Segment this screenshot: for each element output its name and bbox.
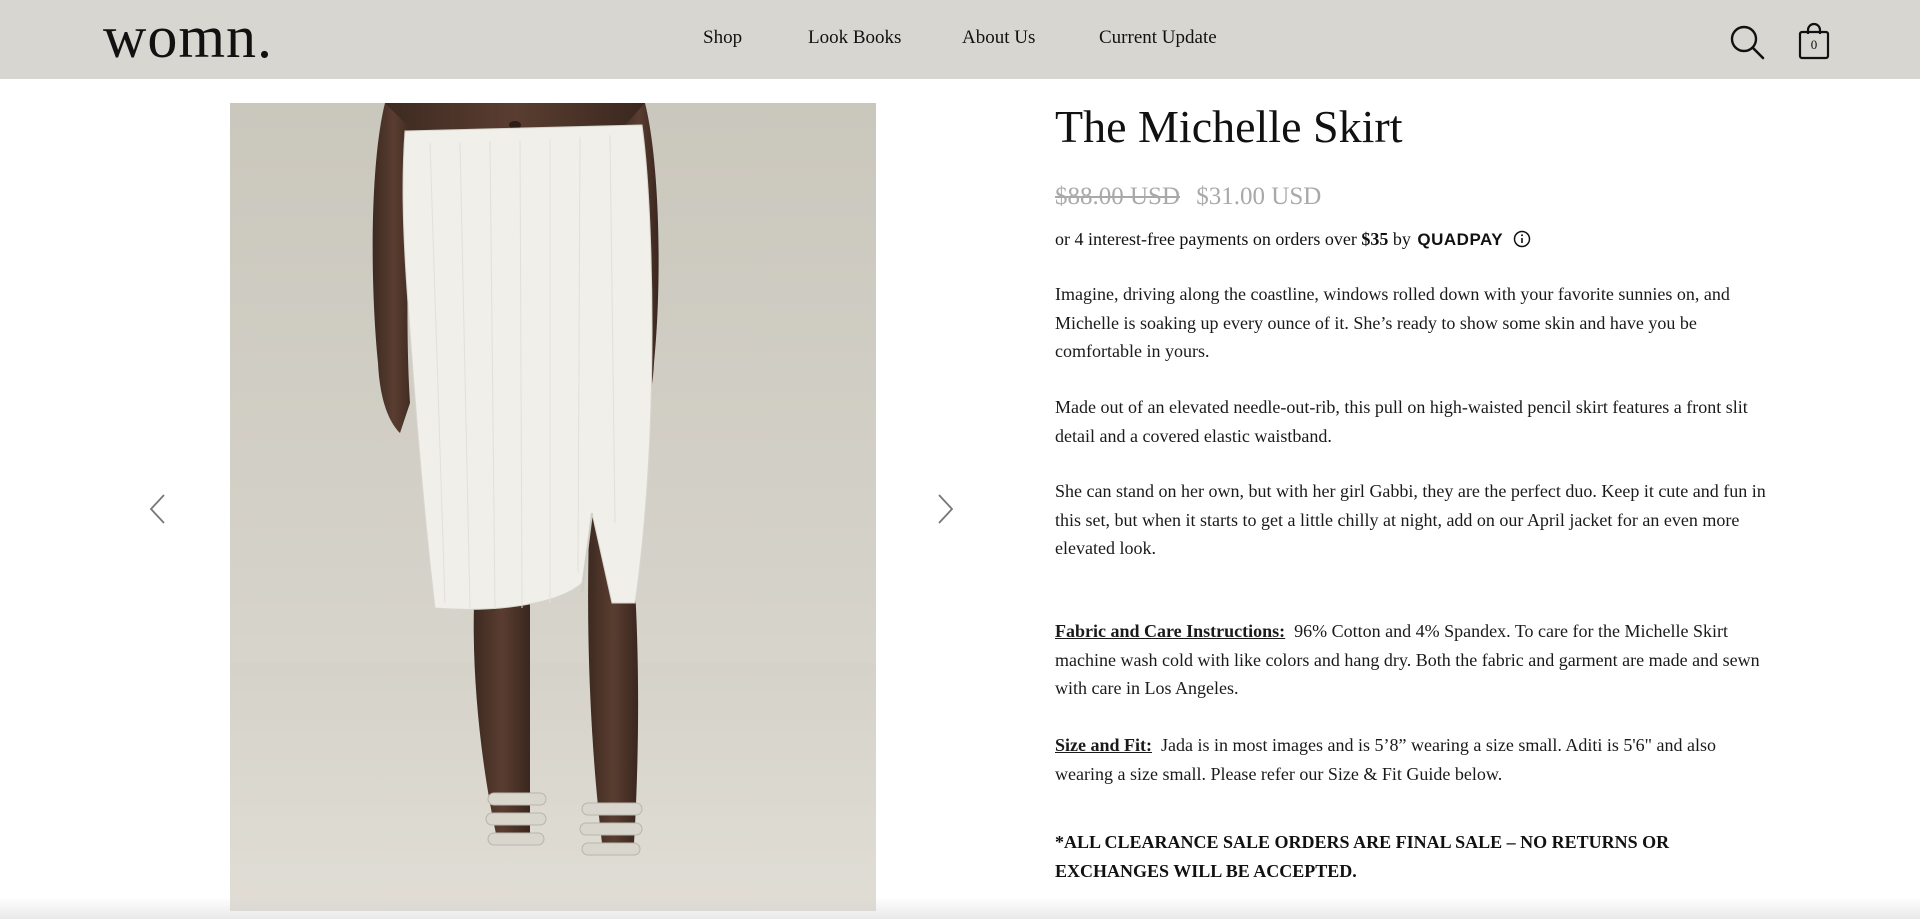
previous-image-chevron-left-icon[interactable] (148, 492, 168, 526)
installments-row: or 4 interest-free payments on orders ov… (1055, 229, 1531, 250)
product-image[interactable] (230, 103, 876, 911)
search-icon[interactable] (1729, 24, 1765, 60)
site-logo[interactable]: womn. (103, 2, 273, 72)
site-header: womn. Shop Look Books About Us Current U… (0, 0, 1920, 79)
original-price: $88.00 USD (1055, 183, 1181, 210)
description-paragraph: Imagine, driving along the coastline, wi… (1055, 284, 1730, 361)
description-paragraph: She can stand on her own, but with her g… (1055, 481, 1766, 558)
final-sale-notice: *ALL CLEARANCE SALE ORDERS ARE FINAL SAL… (1055, 832, 1670, 881)
fabric-care-label: Fabric and Care Instructions: (1055, 621, 1286, 641)
description-paragraph: Made out of an elevated needle-out-rib, … (1055, 397, 1748, 446)
nav-item-current-update[interactable]: Current Update (1099, 27, 1217, 49)
size-fit-text: Jada is in most images and is 5’8” weari… (1055, 735, 1716, 784)
sale-price: $31.00 USD (1196, 183, 1322, 210)
quadpay-logo: QUADPAY (1417, 230, 1504, 249)
cart-count: 0 (1810, 37, 1818, 52)
nav-item-look-books[interactable]: Look Books (808, 27, 901, 49)
nav-item-shop[interactable]: Shop (703, 27, 742, 49)
bottom-shadow (0, 897, 1920, 919)
nav-item-about-us[interactable]: About Us (962, 27, 1035, 49)
product-title: The Michelle Skirt (1055, 101, 1403, 152)
installments-amount: $35 (1361, 229, 1389, 249)
fabric-care-section: Fabric and Care Instructions: 96% Cotton… (1055, 617, 1775, 703)
info-icon[interactable] (1513, 230, 1531, 248)
size-fit-section: Size and Fit: Jada is in most images and… (1055, 731, 1775, 788)
installments-by: by (1392, 229, 1411, 249)
installments-text: or 4 interest-free payments on orders ov… (1055, 229, 1357, 249)
cart-button[interactable]: 0 (1798, 22, 1830, 60)
next-image-chevron-right-icon[interactable] (935, 492, 955, 526)
skirt-photo (230, 103, 876, 911)
price-row: $88.00 USD $31.00 USD (1055, 183, 1321, 211)
size-fit-label: Size and Fit: (1055, 735, 1152, 755)
